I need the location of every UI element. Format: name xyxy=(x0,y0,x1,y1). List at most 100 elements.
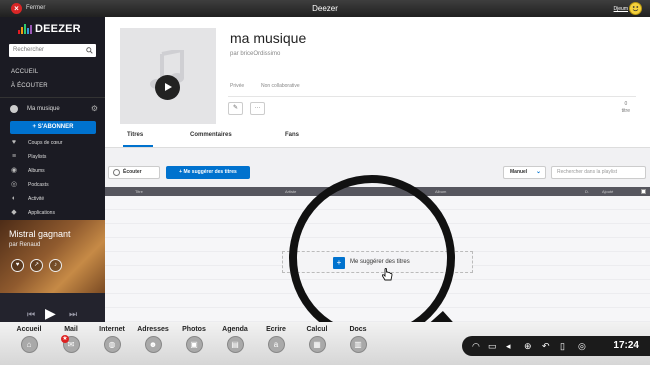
apps-icon: ◆ xyxy=(11,209,17,216)
sidebar-item-label: Activité xyxy=(28,196,45,202)
now-playing-artist: par Renaud xyxy=(9,242,41,248)
sidebar-item-activity[interactable]: ◐ Activité xyxy=(10,194,100,204)
search-placeholder: Rechercher xyxy=(13,47,45,53)
sidebar-item-label: Coups de cœur xyxy=(28,140,63,146)
search-input[interactable]: Rechercher xyxy=(9,44,96,57)
dock-app-write[interactable]: Ecrire a xyxy=(253,326,299,364)
sidebar: DEEZER Rechercher ACCUEIL À ÉCOUTER Ma m… xyxy=(0,17,105,339)
dock-app-label: Internet xyxy=(99,326,125,333)
my-music-item[interactable]: Ma musique ⚙ xyxy=(10,104,100,114)
nav-home[interactable]: ACCUEIL xyxy=(11,69,38,75)
now-playing-card: Mistral gagnant par Renaud ♥ ↗ ♪ xyxy=(0,220,105,293)
dock-app-internet[interactable]: Internet ◍ xyxy=(89,326,135,364)
empty-suggest-label[interactable]: Me suggérer des titres xyxy=(350,259,410,265)
contacts-icon: ☻ xyxy=(144,336,162,353)
dock-app-docs[interactable]: Docs ▥ xyxy=(335,326,381,364)
zoom-in-icon[interactable]: ⊕ xyxy=(524,340,532,352)
playlist-byline[interactable]: par briceOrdissimo xyxy=(230,51,280,57)
search-icon[interactable] xyxy=(86,47,93,54)
select-all-checkbox[interactable] xyxy=(641,189,646,194)
sidebar-item-podcasts[interactable]: ◎ Podcasts xyxy=(10,180,100,190)
tab-comments[interactable]: Commentaires xyxy=(190,132,232,138)
photos-icon: ▣ xyxy=(185,336,203,353)
column-added[interactable]: Ajouté xyxy=(602,189,613,194)
trash-icon[interactable]: ▯ xyxy=(560,340,565,352)
sidebar-divider xyxy=(0,97,105,98)
tab-titles[interactable]: Titres xyxy=(127,132,143,138)
calculator-icon: ▦ xyxy=(308,336,326,353)
hand-cursor-icon xyxy=(381,268,393,281)
track-count: 0 titre xyxy=(622,101,630,115)
favorite-heart-icon[interactable]: ♥ xyxy=(11,259,24,272)
lyrics-icon[interactable]: ♪ xyxy=(49,259,62,272)
playlist-title: ma musique xyxy=(230,30,307,46)
table-header: Titre Artiste Album D. Ajouté xyxy=(105,187,650,196)
sidebar-item-playlists[interactable]: ≡ Playlists xyxy=(10,152,100,162)
undo-icon[interactable]: ↶ xyxy=(542,340,550,352)
dock-app-contacts[interactable]: Adresses ☻ xyxy=(130,326,176,364)
logo-text: DEEZER xyxy=(35,23,81,35)
play-circle-icon xyxy=(113,169,120,176)
volume-off-icon[interactable]: ◂ xyxy=(506,340,511,352)
dock-app-calculator[interactable]: Calcul ▦ xyxy=(294,326,340,364)
sidebar-item-label: Albums xyxy=(28,168,45,174)
cover-play-button[interactable] xyxy=(155,75,180,100)
activity-icon: ◐ xyxy=(11,195,17,202)
edit-button[interactable]: ✎ xyxy=(228,102,243,115)
calendar-icon: ▤ xyxy=(226,336,244,353)
sidebar-item-applications[interactable]: ◆ Applications xyxy=(10,208,100,218)
tab-fans[interactable]: Fans xyxy=(285,132,299,138)
dock-app-label: Adresses xyxy=(137,326,169,333)
playlist-cover xyxy=(120,28,216,124)
sort-select[interactable]: Manuel ⌄ xyxy=(503,166,546,179)
dock-app-photos[interactable]: Photos ▣ xyxy=(171,326,217,364)
help-lifebuoy-icon[interactable]: ◎ xyxy=(578,340,586,352)
chevron-down-icon: ⌄ xyxy=(535,169,541,175)
dock-app-mail[interactable]: Mail ✉ ★ xyxy=(48,326,94,364)
user-smiley-icon[interactable] xyxy=(629,2,642,15)
column-album[interactable]: Album xyxy=(435,189,446,194)
column-duration[interactable]: D. xyxy=(585,189,589,194)
track-count-label: titre xyxy=(621,108,630,114)
playlist-collaboration: Non collaborative xyxy=(261,83,300,89)
write-icon: a xyxy=(267,336,285,353)
play-icon[interactable]: ▶ xyxy=(45,305,56,322)
playlist-search-input[interactable]: Rechercher dans la playlist xyxy=(551,166,646,179)
deezer-logo-icon xyxy=(18,24,32,34)
main-content: ma musique par briceOrdissimo Privée Non… xyxy=(105,17,650,322)
listen-label: Écouter xyxy=(123,169,142,175)
user-label[interactable]: Djeum xyxy=(614,6,628,12)
avatar xyxy=(10,105,18,113)
subscribe-button[interactable]: + S'ABONNER xyxy=(10,121,96,134)
heart-icon: ♥ xyxy=(11,139,17,146)
window-title-bar: × Fermer Deezer Djeum xyxy=(0,0,650,17)
wifi-icon[interactable]: ◠ xyxy=(472,340,480,352)
playlist-toolbar: Écouter + Me suggérer des titres Manuel … xyxy=(105,148,650,187)
listen-button[interactable]: Écouter xyxy=(108,166,160,179)
dock-app-label: Ecrire xyxy=(266,326,286,333)
dock-app-home[interactable]: Accueil ⌂ xyxy=(6,326,52,364)
battery-icon[interactable]: ▭ xyxy=(488,340,497,352)
sidebar-item-label: Podcasts xyxy=(28,182,49,188)
sidebar-item-favorites[interactable]: ♥ Coups de cœur xyxy=(10,138,100,148)
column-title[interactable]: Titre xyxy=(135,189,143,194)
dock-app-calendar[interactable]: Agenda ▤ xyxy=(212,326,258,364)
next-icon[interactable]: ⏭ xyxy=(69,309,77,320)
podcast-icon: ◎ xyxy=(10,181,18,188)
home-icon: ⌂ xyxy=(20,336,38,353)
suggest-tracks-button[interactable]: + Me suggérer des titres xyxy=(166,166,250,179)
album-icon: ◉ xyxy=(10,167,18,174)
deezer-logo[interactable]: DEEZER xyxy=(18,23,81,35)
sidebar-item-albums[interactable]: ◉ Albums xyxy=(10,166,100,176)
column-artist[interactable]: Artiste xyxy=(285,189,296,194)
plus-icon[interactable]: + xyxy=(333,257,345,269)
previous-icon[interactable]: ⏮ xyxy=(27,309,35,320)
more-icon: ··· xyxy=(254,105,261,111)
gear-icon[interactable]: ⚙ xyxy=(91,104,98,113)
dock-app-label: Mail xyxy=(64,326,78,333)
meta-divider xyxy=(228,96,636,97)
docs-icon: ▥ xyxy=(349,336,367,353)
more-button[interactable]: ··· xyxy=(250,102,265,115)
share-icon[interactable]: ↗ xyxy=(30,259,43,272)
nav-to-listen[interactable]: À ÉCOUTER xyxy=(11,83,48,89)
